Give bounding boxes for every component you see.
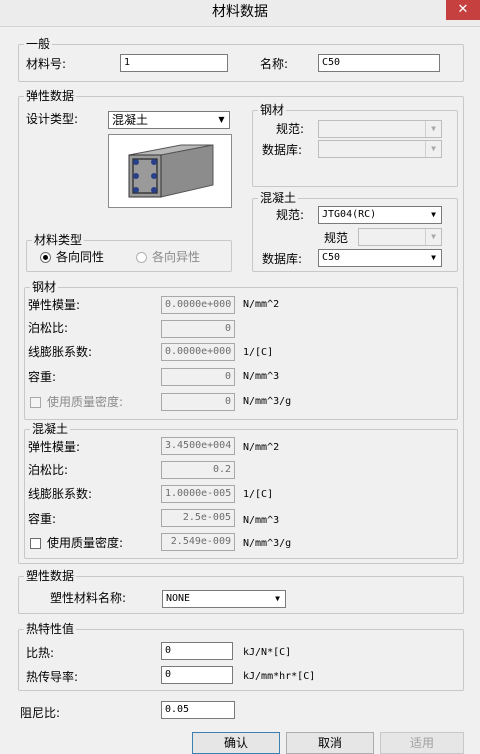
steel-database-label: 数据库: — [262, 143, 303, 157]
concrete-thermal-input[interactable]: 1.0000e-005 — [161, 485, 235, 503]
cancel-button[interactable]: 取消 — [286, 732, 374, 754]
anisotropic-label: 各向异性 — [152, 250, 201, 264]
steel-props-legend: 钢材 — [30, 280, 59, 294]
thermal-legend: 热特性值 — [24, 622, 77, 636]
concrete-beam-preview — [108, 134, 232, 208]
steel-thermal-unit: 1/[C] — [243, 347, 274, 358]
concrete-database-select[interactable]: C50 ▼ — [318, 249, 442, 267]
material-type-legend: 材料类型 — [32, 233, 85, 247]
design-type-label: 设计类型: — [26, 112, 79, 126]
steel-thermal-label: 线膨胀系数: — [28, 345, 93, 359]
concrete-substandard-label: 规范 — [324, 231, 349, 245]
concrete-substandard-select[interactable]: ▼ — [358, 228, 442, 246]
plastic-name-select[interactable]: NONE ▼ — [162, 590, 286, 608]
concrete-database-value: C50 — [322, 252, 341, 263]
conductivity-unit: kJ/mm*hr*[C] — [243, 671, 316, 682]
concrete-poisson-input[interactable]: 0.2 — [161, 461, 235, 479]
conductivity-input[interactable]: 0 — [161, 666, 233, 684]
chevron-down-icon: ▼ — [425, 141, 441, 157]
chevron-down-icon: ▼ — [214, 112, 229, 128]
concrete-thermal-label: 线膨胀系数: — [28, 487, 93, 501]
steel-database-select[interactable]: ▼ — [318, 140, 442, 158]
steel-standard-label: 规范: — [276, 122, 305, 136]
steel-mass-density-input[interactable]: 0 — [161, 393, 235, 411]
window-title: 材料数据 — [212, 4, 268, 20]
specific-heat-input[interactable]: 0 — [161, 642, 233, 660]
specific-heat-label: 比热: — [26, 646, 55, 660]
concrete-thermal-unit: 1/[C] — [243, 489, 274, 500]
concrete-beam-icon — [128, 144, 214, 198]
chevron-down-icon: ▼ — [425, 121, 441, 137]
concrete-standard-value: JTG04(RC) — [322, 209, 377, 220]
isotropic-label: 各向同性 — [56, 250, 105, 264]
concrete-database-label: 数据库: — [262, 252, 303, 266]
concrete-standard-select[interactable]: JTG04(RC) ▼ — [318, 206, 442, 224]
steel-elastic-modulus-unit: N/mm^2 — [243, 299, 280, 310]
steel-elastic-modulus-input[interactable]: 0.0000e+000 — [161, 296, 235, 314]
chevron-down-icon: ▼ — [426, 250, 441, 266]
material-no-label: 材料号: — [26, 57, 67, 71]
chevron-down-icon: ▼ — [425, 229, 441, 245]
concrete-mass-density-input[interactable]: 2.549e-009 — [161, 533, 235, 551]
damping-input[interactable]: 0.05 — [161, 701, 235, 719]
concrete-mass-density-label: 使用质量密度: — [47, 536, 124, 550]
chevron-down-icon: ▼ — [270, 591, 285, 607]
close-icon: ✕ — [457, 2, 469, 17]
thermal-group — [18, 629, 464, 691]
damping-label: 阻尼比: — [20, 706, 61, 720]
concrete-elastic-modulus-input[interactable]: 3.4500e+004 — [161, 437, 235, 455]
steel-elastic-modulus-label: 弹性模量: — [28, 298, 81, 312]
anisotropic-radio[interactable] — [136, 252, 147, 263]
steel-poisson-input[interactable]: 0 — [161, 320, 235, 338]
concrete-weight-input[interactable]: 2.5e-005 — [161, 509, 235, 527]
specific-heat-unit: kJ/N*[C] — [243, 647, 292, 658]
concrete-elastic-modulus-unit: N/mm^2 — [243, 442, 280, 453]
design-type-select[interactable]: 混凝土 ▼ — [108, 111, 230, 129]
concrete-props-legend: 混凝土 — [30, 422, 71, 436]
concrete-standard-legend: 混凝土 — [258, 191, 299, 205]
steel-mass-density-unit: N/mm^3/g — [243, 396, 292, 407]
steel-thermal-input[interactable]: 0.0000e+000 — [161, 343, 235, 361]
concrete-elastic-modulus-label: 弹性模量: — [28, 440, 81, 454]
concrete-weight-label: 容重: — [28, 512, 57, 526]
steel-poisson-label: 泊松比: — [28, 321, 69, 335]
steel-weight-unit: N/mm^3 — [243, 371, 280, 382]
close-button[interactable]: ✕ — [446, 0, 480, 20]
apply-button[interactable]: 适用 — [380, 732, 464, 754]
steel-weight-input[interactable]: 0 — [161, 368, 235, 386]
isotropic-radio[interactable] — [40, 252, 51, 263]
elastic-legend: 弹性数据 — [24, 89, 77, 103]
concrete-weight-unit: N/mm^3 — [243, 515, 280, 526]
design-type-value: 混凝土 — [112, 113, 149, 127]
concrete-mass-density-unit: N/mm^3/g — [243, 538, 292, 549]
chevron-down-icon: ▼ — [426, 207, 441, 223]
conductivity-label: 热传导率: — [26, 670, 79, 684]
ok-button[interactable]: 确认 — [192, 732, 280, 754]
concrete-poisson-label: 泊松比: — [28, 463, 69, 477]
name-input[interactable]: C50 — [318, 54, 440, 72]
steel-mass-density-label: 使用质量密度: — [47, 395, 124, 409]
material-no-input[interactable]: 1 — [120, 54, 228, 72]
steel-mass-density-checkbox[interactable] — [30, 397, 41, 408]
concrete-standard-label: 规范: — [276, 208, 305, 222]
steel-standard-legend: 钢材 — [258, 103, 287, 117]
plastic-name-label: 塑性材料名称: — [50, 591, 127, 605]
steel-weight-label: 容重: — [28, 370, 57, 384]
plastic-name-value: NONE — [166, 593, 191, 604]
name-label: 名称: — [260, 57, 289, 71]
steel-standard-select[interactable]: ▼ — [318, 120, 442, 138]
plastic-legend: 塑性数据 — [24, 569, 77, 583]
general-legend: 一般 — [24, 37, 53, 51]
concrete-mass-density-checkbox[interactable] — [30, 538, 41, 549]
